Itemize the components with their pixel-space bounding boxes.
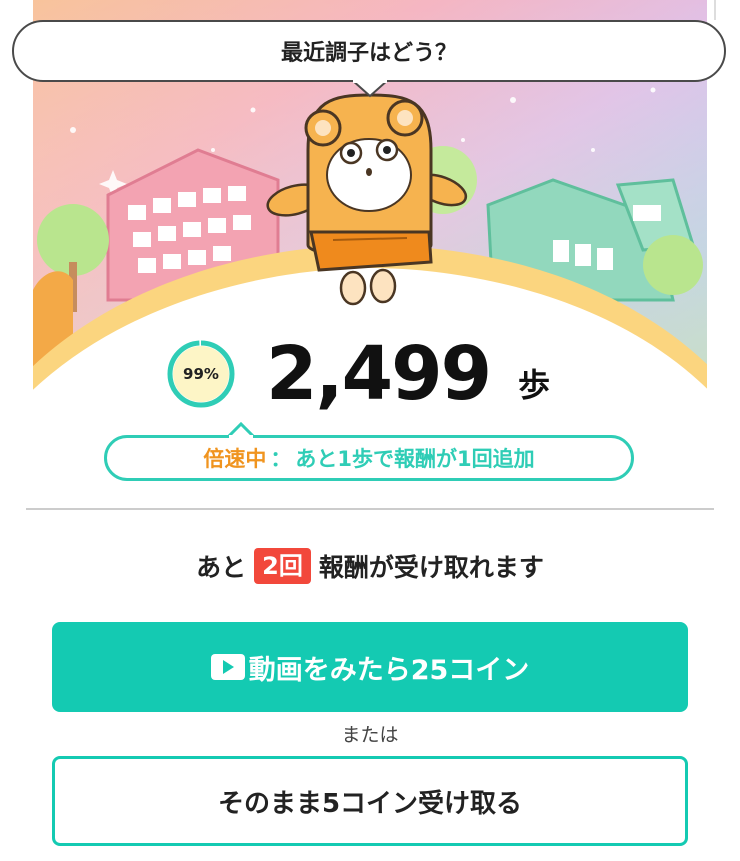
- watch-video-button[interactable]: 動画をみたら25コイン: [52, 622, 688, 712]
- boost-text: あと1歩で報酬が1回追加: [295, 447, 535, 471]
- step-count: 2,499: [266, 331, 492, 417]
- remaining-prefix: あと: [196, 553, 247, 582]
- play-icon: [210, 654, 245, 680]
- watch-video-label: 動画をみたら25コイン: [248, 654, 530, 686]
- remaining-count-badge: 2回: [254, 548, 311, 584]
- speech-bubble-tail: [351, 80, 389, 98]
- boost-bubble-tail: [226, 422, 256, 438]
- claim-direct-label: そのまま5コイン受け取る: [217, 788, 523, 819]
- or-text: または: [341, 724, 399, 746]
- progress-percent: 99%: [165, 338, 237, 410]
- progress-percent-text: 99%: [183, 365, 219, 383]
- boost-message: 倍速中 ： あと1歩で報酬が1回追加: [104, 435, 634, 481]
- edge-line: [714, 0, 716, 20]
- speech-bubble-text: 最近調子はどう？: [280, 41, 457, 66]
- step-unit: 歩: [518, 366, 551, 404]
- remaining-suffix: 報酬が受け取れます: [318, 553, 544, 582]
- claim-direct-button[interactable]: そのまま5コイン受け取る: [52, 756, 688, 846]
- boost-status: 倍速中: [203, 447, 267, 471]
- divider: [26, 508, 714, 510]
- boost-separator: ：: [270, 447, 292, 471]
- remaining-rewards: あと 2回 報酬が受け取れます: [0, 542, 740, 590]
- speech-bubble: 最近調子はどう？: [12, 20, 726, 82]
